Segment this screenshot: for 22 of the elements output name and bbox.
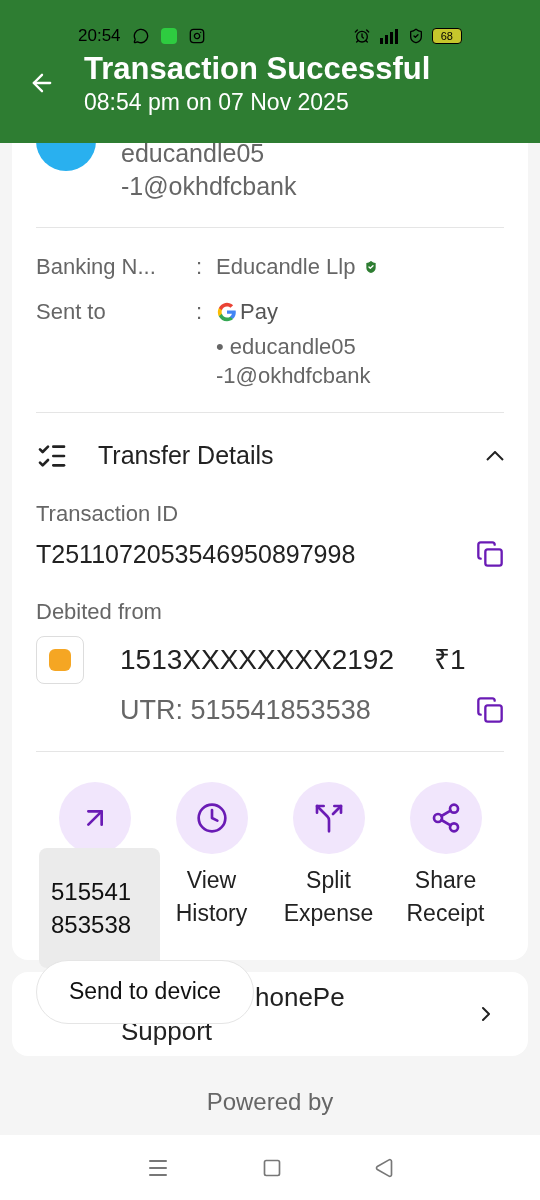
status-time: 20:54: [78, 25, 121, 48]
transaction-id: T2511072053546950897998: [36, 538, 356, 570]
field-label: Transaction ID: [36, 499, 180, 528]
info-value: • educandle05 -1@okhdfcbank: [216, 333, 371, 390]
gpay-label: Pay: [240, 298, 278, 326]
utr-number: UTR: 515541853538: [120, 694, 371, 727]
section-title: Transfer Details: [98, 440, 274, 471]
info-label: Banking N...: [36, 253, 157, 281]
colon: :: [196, 298, 204, 326]
support-title: honePe: [255, 980, 345, 1014]
copied-text: 515541 853538: [51, 877, 132, 940]
amount: ₹1: [434, 643, 466, 677]
header-title: Transaction Successful: [84, 50, 431, 88]
powered-by: Powered by: [206, 1086, 334, 1117]
header-subtitle: 08:54 pm on 07 Nov 2025: [84, 88, 350, 116]
field-label: Debited from: [36, 598, 163, 626]
colon: :: [196, 253, 204, 281]
battery-indicator: 68: [431, 28, 462, 44]
info-value: Educandle Llp: [216, 253, 356, 281]
account-number: 1513XXXXXXXX2192: [120, 643, 394, 677]
upi-id: educandle05 -1@okhdfcbank: [121, 138, 297, 202]
info-label: Sent to: [36, 298, 107, 326]
